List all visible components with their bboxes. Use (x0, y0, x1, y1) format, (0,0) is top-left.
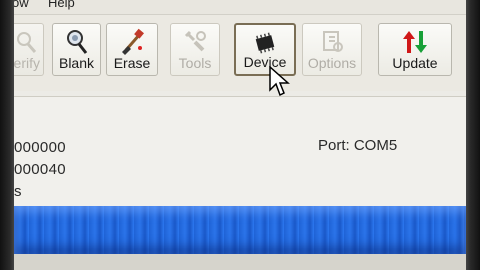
erase-brush-icon (107, 28, 157, 56)
mouse-cursor-icon (269, 66, 290, 97)
toolbar: erify Blank Erase Tools Device Options U… (14, 15, 466, 91)
progress-bar (14, 206, 466, 254)
monitor-bezel-right (466, 0, 480, 270)
update-label: Update (392, 55, 438, 71)
verify-label: erify (14, 55, 40, 71)
blank-check-icon (53, 28, 100, 56)
menu-help[interactable]: Help (48, 0, 75, 10)
address-line-1: 000000 (14, 139, 66, 156)
erase-label: Erase (113, 55, 151, 71)
verify-button[interactable]: erify (14, 23, 44, 76)
chip-icon (236, 29, 294, 57)
blank-button[interactable]: Blank (52, 23, 101, 76)
options-button[interactable]: Options (302, 23, 362, 76)
update-arrows-icon (379, 28, 451, 56)
options-label: Options (307, 55, 357, 71)
options-icon (303, 28, 361, 56)
address-line-2: 000040 (14, 161, 66, 178)
menu-window[interactable]: ow (14, 0, 29, 10)
tools-icon (171, 28, 219, 56)
monitor-bezel-left (0, 0, 14, 270)
port-label: Port: COM5 (318, 137, 398, 154)
tools-button[interactable]: Tools (170, 23, 220, 76)
tools-label: Tools (178, 55, 212, 71)
update-button[interactable]: Update (378, 23, 452, 76)
device-info-panel: 000000 000040 s Port: COM5 (14, 96, 466, 207)
menu-bar: ow Help (14, 0, 466, 15)
erase-button[interactable]: Erase (106, 23, 158, 76)
blank-label: Blank (58, 55, 95, 71)
app-window: ow Help erify Blank Erase Tools Device O… (14, 0, 466, 270)
info-line-3: s (14, 183, 22, 200)
status-bar (14, 254, 466, 270)
